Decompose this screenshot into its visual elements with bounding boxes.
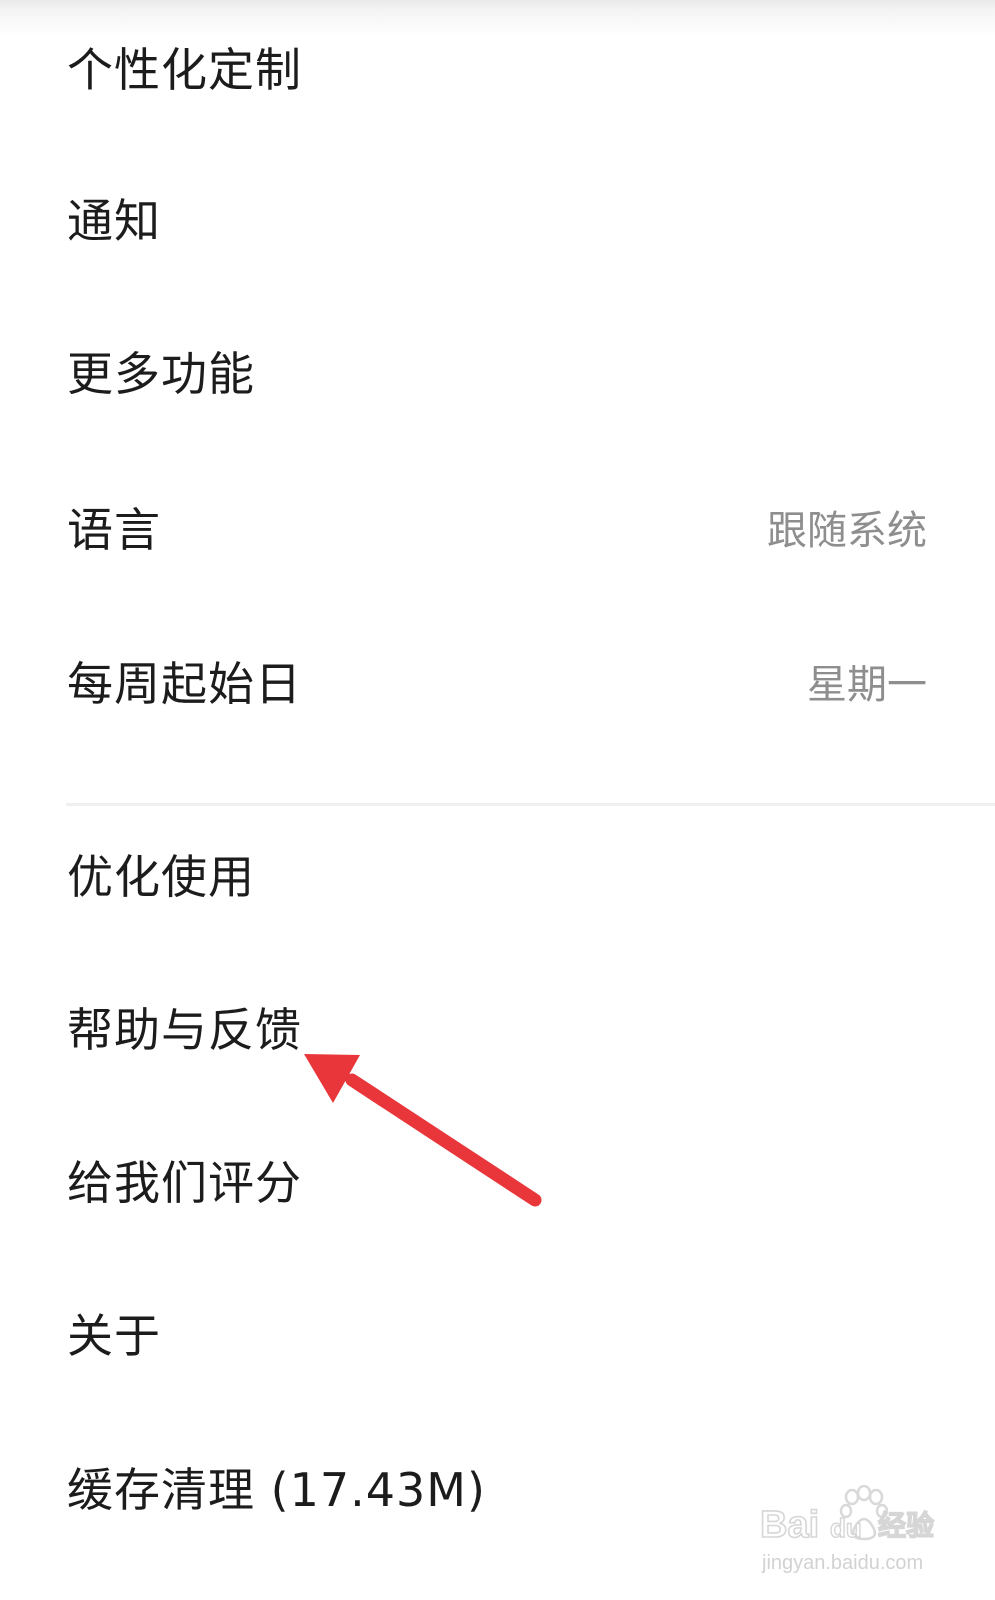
settings-item-label: 给我们评分 — [67, 1156, 302, 1210]
settings-item-value: 星期一 — [807, 662, 927, 708]
settings-item-clear-cache[interactable]: 缓存清理 (17.43M) — [0, 1412, 995, 1562]
settings-item-more-features[interactable]: 更多功能 — [0, 296, 995, 446]
settings-item-label: 帮助与反馈 — [67, 1003, 302, 1057]
settings-item-help-feedback[interactable]: 帮助与反馈 — [0, 952, 995, 1102]
settings-item-label: 每周起始日 — [67, 657, 302, 711]
settings-item-personalization[interactable]: 个性化定制 — [0, 0, 995, 142]
settings-screen: 个性化定制 通知 更多功能 语言 跟随系统 每周起始日 星期一 优化使用 帮助与… — [0, 0, 995, 1600]
settings-item-language[interactable]: 语言 跟随系统 — [0, 452, 995, 602]
settings-item-label: 更多功能 — [67, 347, 255, 401]
settings-item-label: 个性化定制 — [67, 43, 302, 97]
settings-item-label: 通知 — [67, 194, 161, 248]
settings-item-label: 缓存清理 (17.43M) — [67, 1463, 486, 1517]
settings-item-value: 跟随系统 — [767, 508, 927, 554]
settings-item-label: 优化使用 — [67, 850, 255, 904]
settings-item-label: 语言 — [67, 503, 161, 557]
settings-item-about[interactable]: 关于 — [0, 1258, 995, 1408]
settings-item-week-start[interactable]: 每周起始日 星期一 — [0, 606, 995, 756]
settings-item-rate-us[interactable]: 给我们评分 — [0, 1105, 995, 1255]
settings-item-label: 关于 — [67, 1309, 161, 1363]
settings-item-optimize-usage[interactable]: 优化使用 — [0, 799, 995, 949]
settings-item-notifications[interactable]: 通知 — [0, 143, 995, 293]
